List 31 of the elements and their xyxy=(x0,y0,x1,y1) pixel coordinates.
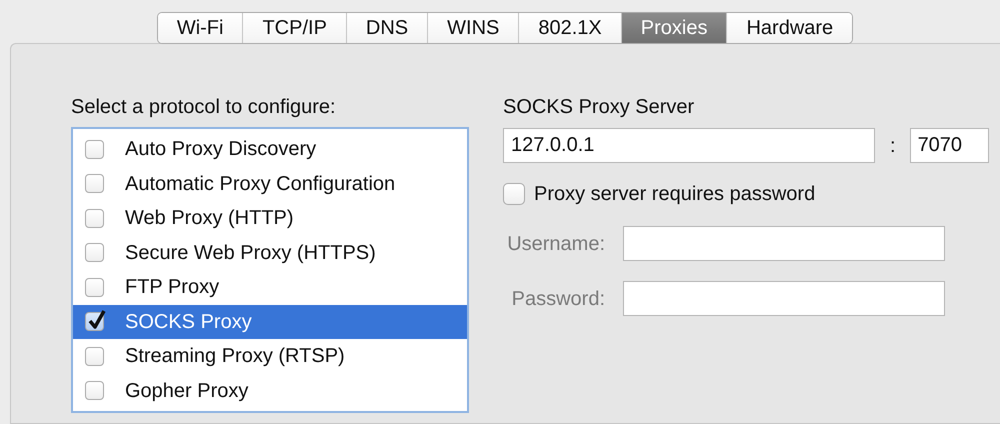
protocol-item[interactable]: FTP Proxy xyxy=(125,272,220,302)
port-field[interactable]: 7070 xyxy=(910,128,989,163)
protocol-item[interactable]: Gopher Proxy xyxy=(125,376,248,406)
checkbox[interactable] xyxy=(85,346,104,366)
protocol-item[interactable]: Streaming Proxy (RTSP) xyxy=(125,341,345,372)
protocol-item[interactable]: Web Proxy (HTTP) xyxy=(125,203,294,234)
colon-separator: : xyxy=(890,134,896,158)
protocol-item[interactable]: Automatic Proxy Configuration xyxy=(125,168,396,199)
protocol-item[interactable]: Secure Web Proxy (HTTPS) xyxy=(125,238,376,268)
tab[interactable]: 802.1X xyxy=(519,13,622,43)
section-heading: SOCKS Proxy Server xyxy=(503,95,696,120)
checkbox[interactable] xyxy=(85,312,104,332)
field-label: Password: xyxy=(510,286,606,312)
tab[interactable]: DNS xyxy=(346,13,428,43)
field-label: Username: xyxy=(506,232,606,256)
checkbox[interactable] xyxy=(85,174,104,194)
checkbox[interactable] xyxy=(85,278,104,297)
checkbox[interactable] xyxy=(85,243,104,262)
checkbox[interactable] xyxy=(85,140,104,159)
tab[interactable]: WINS xyxy=(428,13,520,43)
checkbox[interactable] xyxy=(85,381,104,400)
tab[interactable]: TCP/IP xyxy=(243,13,347,43)
checkbox[interactable] xyxy=(85,208,104,228)
tab[interactable]: Proxies xyxy=(622,13,728,43)
protocol-item[interactable]: Auto Proxy Discovery xyxy=(125,134,316,164)
tab[interactable]: Hardware xyxy=(727,13,852,43)
checkbox-label: Proxy server requires password xyxy=(534,182,816,207)
checkbox[interactable] xyxy=(503,183,525,205)
tab[interactable]: Wi-Fi xyxy=(158,13,244,43)
host-field[interactable]: 127.0.0.1 xyxy=(503,128,875,163)
list-label: Select a protocol to configure: xyxy=(71,95,337,120)
